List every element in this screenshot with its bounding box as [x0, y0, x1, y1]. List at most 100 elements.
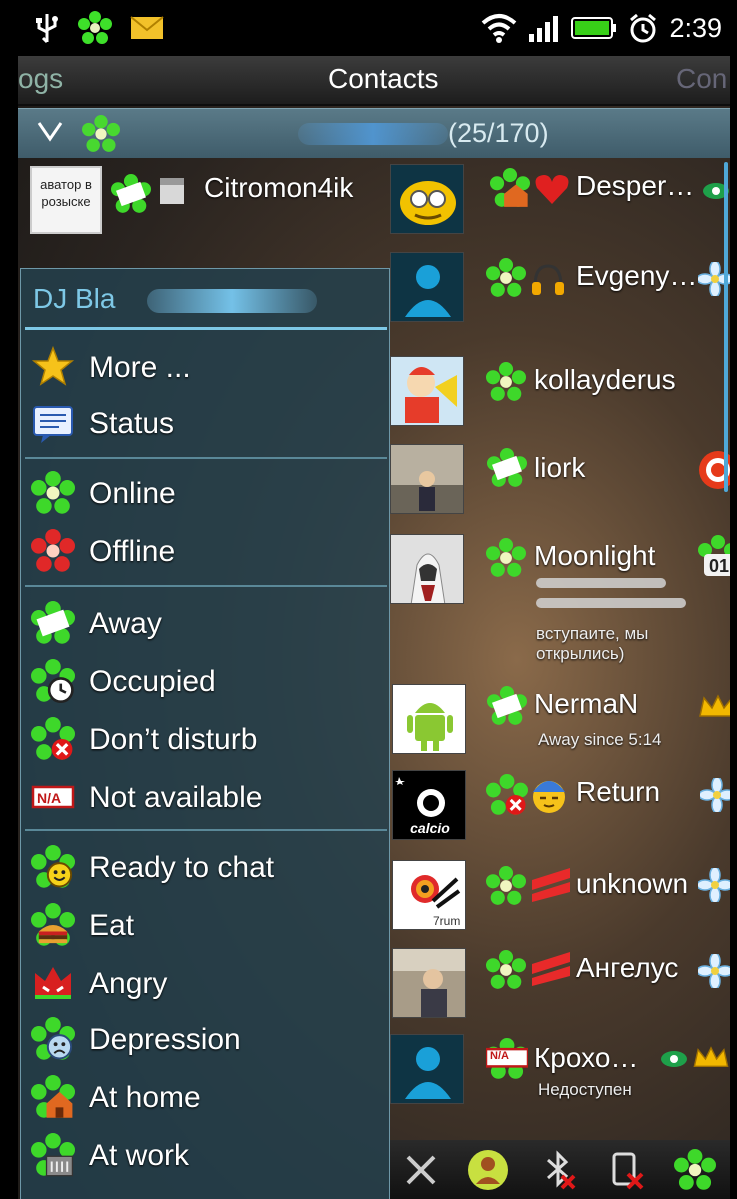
- contact-item[interactable]: Evgeny…: [390, 248, 730, 328]
- online-flower-icon: [486, 538, 526, 578]
- contact-item[interactable]: calcio Return: [390, 770, 730, 850]
- status-bar: 2:39: [18, 0, 730, 56]
- contact-item[interactable]: liork: [390, 444, 730, 524]
- icq-flower-icon: [82, 115, 120, 153]
- menu-item-label: Ready to chat: [89, 851, 275, 884]
- sound-off-icon[interactable]: [606, 1150, 646, 1190]
- contact-name: Return: [576, 776, 661, 807]
- menu-item-at-work[interactable]: At work: [31, 1129, 383, 1183]
- message-icon: [31, 401, 77, 447]
- menu-item-ready-to-chat[interactable]: Ready to chat: [31, 841, 383, 895]
- avatar: calcio: [392, 770, 466, 840]
- chevron-down-icon[interactable]: [36, 117, 64, 145]
- away-icon: [31, 601, 77, 647]
- contact-item[interactable]: Moonlight 01 вступаите, мы открылись): [390, 532, 730, 672]
- menu-item-angry[interactable]: Angry: [31, 957, 383, 1011]
- avatar: [390, 1034, 464, 1104]
- menu-item-label: Eat: [89, 909, 135, 942]
- na-badge-text: N/A: [490, 1050, 509, 1062]
- menu-item-status[interactable]: Status: [31, 397, 383, 451]
- angry-icon: [31, 961, 77, 1007]
- wifi-icon: [481, 13, 517, 43]
- contact-name: Ангелус: [576, 952, 679, 983]
- battery-icon: [571, 16, 617, 40]
- headphones-icon: [530, 262, 566, 296]
- tab-bar: ogs Contacts Con: [18, 56, 730, 106]
- status-message-redacted: [536, 598, 686, 608]
- jimm-client-icon: [698, 954, 730, 988]
- avatar: [392, 948, 466, 1018]
- contact-name: Desper…: [576, 170, 695, 201]
- avatar: [390, 252, 464, 322]
- tab-contacts[interactable]: Contacts: [328, 63, 439, 95]
- menu-item-label: Don’t disturb: [89, 723, 258, 756]
- status-selector-icon[interactable]: [466, 1148, 510, 1192]
- menu-divider: [25, 457, 387, 459]
- icq-flower-icon[interactable]: [674, 1148, 716, 1191]
- menu-item-away[interactable]: Away: [31, 597, 383, 651]
- menu-title: DJ Bla: [33, 283, 116, 314]
- contact-item[interactable]: аватор в розыске Citromon4ik: [18, 160, 378, 240]
- menu-item-dont-disturb[interactable]: Don’t disturb: [31, 713, 383, 767]
- menu-item-label: Not available: [89, 781, 263, 814]
- menu-item-label: Online: [89, 477, 176, 510]
- contact-item[interactable]: kollayderus: [390, 356, 730, 436]
- xstatus-icon: [530, 866, 572, 902]
- contact-name: unknown: [576, 868, 689, 899]
- menu-item-label: Angry: [89, 967, 168, 1000]
- avatar: [390, 444, 464, 514]
- contact-status-text: Away since 5:14: [538, 730, 662, 749]
- contact-name: Evgeny…: [576, 260, 698, 291]
- contact-item[interactable]: 7rum unknown: [390, 858, 730, 938]
- crown-client-icon: [698, 694, 730, 720]
- menu-divider: [25, 327, 387, 330]
- menu-item-occupied[interactable]: Occupied: [31, 655, 383, 709]
- contact-name: liork: [534, 452, 586, 483]
- contact-item[interactable]: Ангелус: [390, 946, 730, 1026]
- icq-client-icon: 01: [698, 534, 730, 580]
- scrollbar[interactable]: [724, 162, 728, 492]
- menu-item-offline[interactable]: Offline: [31, 525, 383, 579]
- menu-item-label: At work: [89, 1139, 190, 1172]
- avatar: 7rum: [392, 860, 466, 930]
- sleepy-smiley-icon: [530, 776, 568, 814]
- menu-item-label: At home: [89, 1081, 201, 1114]
- group-name-redacted: [298, 123, 448, 145]
- menu-item-depression[interactable]: Depression: [31, 1013, 383, 1067]
- away-icon: [110, 174, 152, 214]
- online-flower-icon: [486, 950, 526, 990]
- menu-item-not-available[interactable]: N/A Not available: [31, 771, 383, 825]
- online-flower-icon: [486, 362, 526, 402]
- contact-item[interactable]: N/A Крохо… Недоступен: [390, 1034, 730, 1130]
- not-available-icon: N/A: [31, 775, 77, 821]
- status-context-menu: DJ Bla More ... Status Online Offline Aw…: [20, 268, 390, 1199]
- menu-item-label: More ...: [89, 351, 191, 384]
- contact-item[interactable]: NermaN Away since 5:14: [390, 682, 730, 762]
- avatar: аватор в розыске: [30, 166, 102, 234]
- not-available-icon: N/A: [486, 1038, 528, 1080]
- contact-name: NermaN: [534, 688, 639, 719]
- contact-name: kollayderus: [534, 364, 676, 395]
- na-badge-text: N/A: [37, 790, 62, 806]
- menu-item-eat[interactable]: Eat: [31, 899, 383, 953]
- status-message-redacted: [536, 578, 666, 588]
- at-home-icon: [488, 168, 532, 208]
- svg-text:calcio: calcio: [410, 820, 450, 836]
- online-flower-icon: [486, 866, 526, 906]
- at-home-icon: [31, 1075, 77, 1121]
- close-icon[interactable]: [404, 1153, 438, 1187]
- menu-item-at-home[interactable]: At home: [31, 1071, 383, 1125]
- away-icon: [486, 686, 528, 726]
- contact-group-header[interactable]: (25/170): [18, 108, 730, 158]
- menu-item-label: Status: [89, 407, 175, 440]
- online-flower-icon: [486, 258, 526, 298]
- group-count: (25/170): [448, 118, 549, 148]
- menu-item-more[interactable]: More ...: [31, 341, 383, 395]
- xstatus-icon: [530, 950, 572, 986]
- menu-item-online[interactable]: Online: [31, 467, 383, 521]
- tab-dialogs[interactable]: ogs: [18, 63, 63, 95]
- heart-icon: [534, 172, 570, 206]
- tab-conferences[interactable]: Con: [676, 63, 727, 95]
- bluetooth-off-icon[interactable]: [538, 1149, 578, 1190]
- contact-item[interactable]: Desper…: [390, 160, 730, 240]
